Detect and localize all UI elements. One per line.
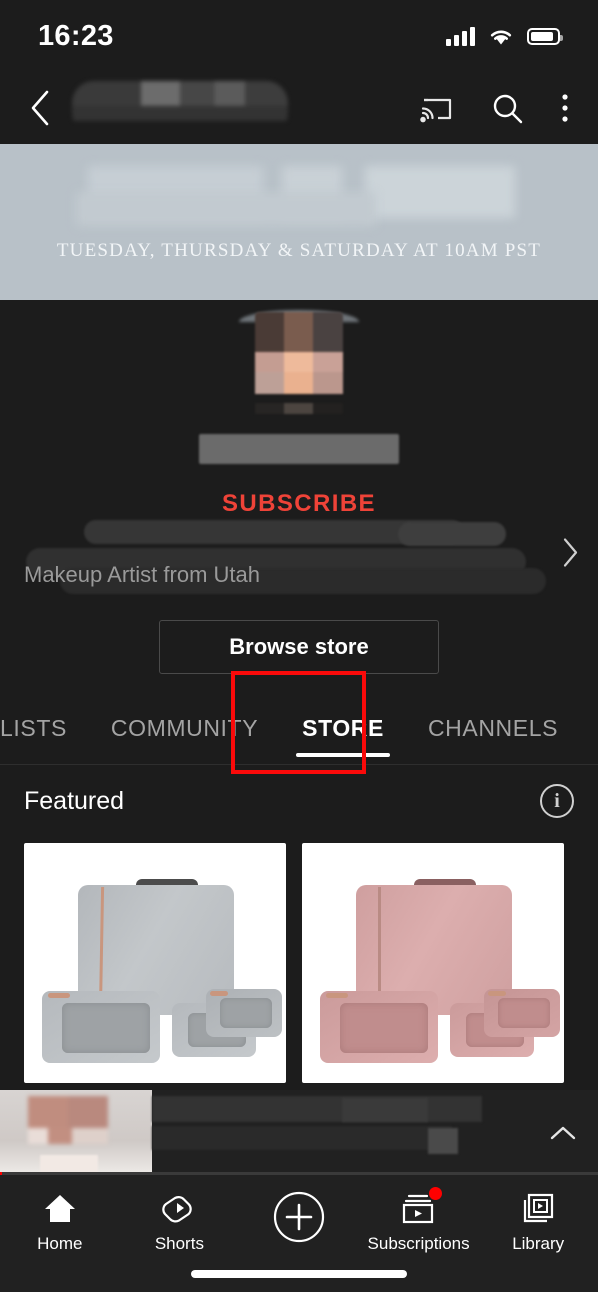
chevron-right-icon[interactable] xyxy=(560,536,580,575)
product-card[interactable]: $94.00 xyxy=(302,843,564,1083)
status-time: 16:23 xyxy=(38,19,114,52)
status-bar: 16:23 xyxy=(0,0,598,72)
bottom-nav-label: Shorts xyxy=(154,1234,204,1253)
miniplayer[interactable] xyxy=(0,1090,598,1175)
bottom-nav-item-home[interactable]: Home xyxy=(0,1189,120,1254)
pouch-window xyxy=(62,1003,150,1053)
miniplayer-title-line xyxy=(342,1098,428,1122)
miniplayer-title-redacted xyxy=(152,1090,528,1175)
tab-channels[interactable]: CHANNELS xyxy=(406,693,580,765)
pouch-window xyxy=(498,998,550,1028)
channel-description[interactable]: Makeup Artist from Utah xyxy=(0,512,598,598)
miniplayer-title-line xyxy=(152,1126,452,1150)
product-card[interactable]: $94.00 xyxy=(24,843,286,1083)
wifi-icon xyxy=(490,30,512,44)
banner-text-redacted xyxy=(365,166,515,218)
status-icons xyxy=(446,26,563,46)
bottom-navigation-bar: Home Shorts Subscriptions Library xyxy=(0,1175,598,1292)
description-text: Makeup Artist from Utah xyxy=(24,562,260,587)
channel-tab-bar: LISTS COMMUNITY STORE CHANNELS ABOUT xyxy=(0,693,598,765)
miniplayer-title-line xyxy=(428,1128,458,1154)
case-zipper xyxy=(210,991,228,996)
miniplayer-thumbnail[interactable] xyxy=(0,1090,152,1175)
tab-store[interactable]: STORE xyxy=(280,693,406,765)
bottom-nav-item-create[interactable] xyxy=(239,1189,359,1252)
browse-store-button[interactable]: Browse store xyxy=(159,620,439,674)
subscriptions-badge xyxy=(428,1187,442,1200)
shorts-icon xyxy=(162,1189,196,1227)
featured-products-list: $94.00 $94.00 xyxy=(0,843,598,1083)
miniplayer-title-line xyxy=(152,1096,482,1122)
featured-title: Featured xyxy=(24,786,125,815)
case-zipper xyxy=(326,993,348,998)
case-zipper xyxy=(48,993,70,998)
chevron-up-icon[interactable] xyxy=(528,1122,598,1144)
bottom-nav-item-subscriptions[interactable]: Subscriptions xyxy=(359,1187,479,1254)
pouch-window xyxy=(340,1003,428,1053)
battery-icon xyxy=(527,27,563,45)
avatar[interactable] xyxy=(255,312,343,424)
bottom-nav-item-library[interactable]: Library xyxy=(478,1189,598,1254)
tab-community[interactable]: COMMUNITY xyxy=(89,693,280,765)
subscriptions-icon xyxy=(400,1187,442,1227)
bottom-nav-label: Subscriptions xyxy=(367,1234,470,1253)
home-icon xyxy=(42,1189,78,1227)
home-indicator[interactable] xyxy=(191,1270,407,1278)
bottom-nav-label: Home xyxy=(37,1234,83,1253)
channel-banner[interactable]: TUESDAY, THURSDAY & SATURDAY AT 10AM PST xyxy=(0,144,598,300)
channel-nav-bar xyxy=(0,72,598,144)
cellular-signal-icon xyxy=(446,26,475,46)
channel-title-redacted xyxy=(199,434,399,464)
info-circle-icon[interactable]: i xyxy=(540,784,574,818)
description-redacted-line xyxy=(398,522,506,546)
banner-schedule-text: TUESDAY, THURSDAY & SATURDAY AT 10AM PST xyxy=(56,240,542,261)
case-zipper xyxy=(488,991,506,996)
more-vertical-icon[interactable] xyxy=(560,91,570,125)
banner-text-redacted xyxy=(76,192,376,226)
featured-section-header: Featured i xyxy=(0,773,598,829)
channel-name-redacted xyxy=(72,81,288,135)
thumbnail-face-blurred xyxy=(28,1096,108,1160)
tab-about[interactable]: ABOUT xyxy=(580,693,598,765)
bottom-nav-item-shorts[interactable]: Shorts xyxy=(120,1189,240,1254)
channel-header: SUBSCRIBE xyxy=(0,300,598,518)
tab-playlists[interactable]: LISTS xyxy=(0,693,89,765)
youtube-channel-store-screen: 16:23 TUESDAY, THURSDAY & SATURDAY AT 10… xyxy=(0,0,598,1292)
create-plus-icon xyxy=(272,1189,326,1245)
bottom-nav-label: Library xyxy=(512,1234,565,1253)
pouch-window xyxy=(220,998,272,1028)
library-icon xyxy=(520,1189,556,1227)
cast-icon[interactable] xyxy=(418,93,454,123)
back-chevron-icon[interactable] xyxy=(28,88,54,128)
search-icon[interactable] xyxy=(490,91,524,125)
